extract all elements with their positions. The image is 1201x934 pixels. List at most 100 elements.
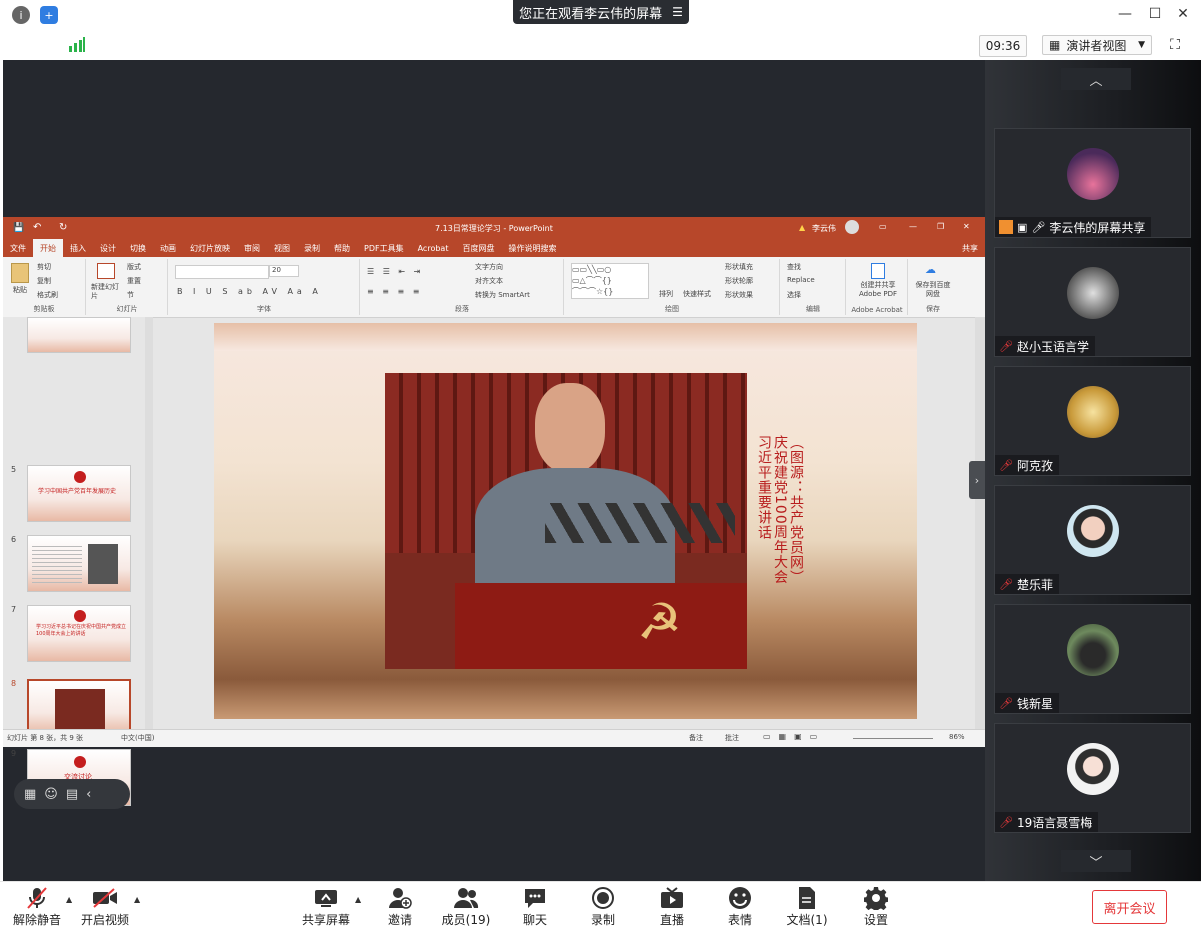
shield-icon[interactable]: + xyxy=(40,6,58,24)
slide-scrollbar[interactable] xyxy=(975,317,985,729)
ppt-minimize-icon[interactable]: — xyxy=(909,222,917,231)
quick-style-button[interactable]: 快速样式 xyxy=(683,289,711,299)
live-button[interactable]: 直播 xyxy=(637,885,707,931)
fullscreen-icon[interactable]: ⛶ xyxy=(1166,36,1184,54)
emoji-button[interactable]: 表情 xyxy=(705,885,775,931)
record-button[interactable]: 录制 xyxy=(568,885,638,931)
reset-button[interactable]: 重置 xyxy=(127,276,141,286)
section-button[interactable]: 节 xyxy=(127,290,134,300)
share-screen-button[interactable]: 共享屏幕 xyxy=(291,885,361,931)
slide-thumbnail-7[interactable]: 学习习近平总书记在庆祝中国共产党成立100周年大会上的讲话 xyxy=(27,605,131,662)
menu-review[interactable]: 审阅 xyxy=(237,243,267,254)
shapes-gallery[interactable]: ▭▭╲╲▭○ ▭△⌒⌒{} ⌒⌒⌒☆{} xyxy=(571,263,649,299)
smartart-button[interactable]: 转换为 SmartArt xyxy=(475,290,530,300)
ribbon-display-icon[interactable]: ▭ xyxy=(879,222,887,231)
unmute-button[interactable]: 解除静音 xyxy=(2,885,72,931)
speaker-view-button[interactable]: ▦ 演讲者视图 ▼ xyxy=(1042,35,1152,55)
paste-icon[interactable] xyxy=(11,263,29,283)
new-slide-label[interactable]: 新建幻灯片 xyxy=(91,283,121,301)
menu-home[interactable]: 开始 xyxy=(33,239,63,257)
members-button[interactable]: 成员(19) xyxy=(431,885,501,931)
zoom-level[interactable]: 86% xyxy=(949,733,965,741)
shape-effect-button[interactable]: 形状效果 xyxy=(725,290,753,300)
layout-icon[interactable]: ▦ xyxy=(24,787,36,802)
slide-thumbnail-6[interactable] xyxy=(27,535,131,592)
menu-transitions[interactable]: 切换 xyxy=(123,243,153,254)
save-icon[interactable]: 💾 xyxy=(13,223,24,233)
share-options-caret[interactable]: ▲ xyxy=(355,895,361,904)
invite-button[interactable]: 邀请 xyxy=(365,885,435,931)
menu-acrobat[interactable]: Acrobat xyxy=(411,244,456,253)
participant-tile[interactable]: 🎤︎ 19语言聂雪梅 xyxy=(994,723,1191,833)
menu-design[interactable]: 设计 xyxy=(93,243,123,254)
pdf-icon[interactable] xyxy=(871,263,885,279)
slide-thumbnail-8-selected[interactable] xyxy=(27,679,131,736)
zoom-slider[interactable] xyxy=(853,738,933,739)
chat-button[interactable]: 聊天 xyxy=(500,885,570,931)
video-options-caret[interactable]: ▲ xyxy=(134,895,140,904)
slide-canvas[interactable]: ☭ （图源：共产党员网） 庆祝建党100周年大会习近平重要讲话 xyxy=(214,323,917,719)
select-button[interactable]: 选择 xyxy=(787,290,801,300)
participant-tile[interactable]: 🎤︎ 阿克孜 xyxy=(994,366,1191,476)
participant-tile[interactable]: 🎤︎ 楚乐菲 xyxy=(994,485,1191,595)
ppt-restore-icon[interactable]: ❐ xyxy=(937,222,944,231)
signal-icon[interactable] xyxy=(68,37,86,53)
documents-button[interactable]: 文档(1) xyxy=(772,885,842,931)
settings-button[interactable]: 设置 xyxy=(841,885,911,931)
font-size-input[interactable]: 20 xyxy=(269,265,299,277)
info-icon[interactable]: i xyxy=(12,6,30,24)
shape-fill-button[interactable]: 形状填充 xyxy=(725,262,753,272)
paste-label[interactable]: 粘贴 xyxy=(13,285,27,295)
chevron-left-icon[interactable]: ‹ xyxy=(86,787,91,802)
participant-tile[interactable]: 🎤︎ 赵小玉语言学 xyxy=(994,247,1191,357)
text-direction-button[interactable]: 文字方向 xyxy=(475,262,503,272)
find-button[interactable]: 查找 xyxy=(787,262,801,272)
emoji-icon[interactable]: ☺ xyxy=(44,787,58,802)
align-icons[interactable]: ≡ ≡ ≡ ≡ xyxy=(367,287,422,296)
ppt-close-icon[interactable]: ✕ xyxy=(963,222,970,231)
redo-icon[interactable]: ↻ xyxy=(59,222,67,233)
start-video-button[interactable]: 开启视频 xyxy=(70,885,140,931)
undo-icon[interactable]: ↶ xyxy=(33,222,41,233)
comment-icon[interactable]: ▤ xyxy=(66,787,78,802)
menu-icon[interactable]: ☰ xyxy=(672,5,683,19)
collapse-panel-button[interactable]: › xyxy=(969,461,985,499)
menu-view[interactable]: 视图 xyxy=(267,243,297,254)
menu-slideshow[interactable]: 幻灯片放映 xyxy=(183,243,237,254)
view-mode-icons[interactable]: ▭▦▣▭ xyxy=(763,732,825,741)
slide-thumbnail-5[interactable]: 学习中国共产党百年发展历史 xyxy=(27,465,131,522)
scroll-down-button[interactable]: ﹀ xyxy=(1061,850,1131,872)
menu-baidu[interactable]: 百度网盘 xyxy=(455,243,501,254)
participant-tile[interactable]: 🎤︎ 钱新星 xyxy=(994,604,1191,714)
menu-file[interactable]: 文件 xyxy=(3,243,33,254)
new-slide-icon[interactable] xyxy=(97,263,115,279)
thumbs-scrollbar[interactable] xyxy=(145,317,153,729)
menu-help[interactable]: 帮助 xyxy=(327,243,357,254)
format-painter-button[interactable]: 格式刷 xyxy=(37,290,58,300)
menu-insert[interactable]: 插入 xyxy=(63,243,93,254)
scroll-up-button[interactable]: ︿ xyxy=(1061,68,1131,90)
copy-button[interactable]: 复制 xyxy=(37,276,51,286)
screen-share-banner[interactable]: 您正在观看李云伟的屏幕 ☰ xyxy=(513,0,689,24)
leave-meeting-button[interactable]: 离开会议 xyxy=(1092,890,1167,924)
layout-button[interactable]: 版式 xyxy=(127,262,141,272)
arrange-button[interactable]: 排列 xyxy=(659,289,673,299)
maximize-icon[interactable]: ☐ xyxy=(1142,4,1168,24)
menu-record[interactable]: 录制 xyxy=(297,243,327,254)
replace-button[interactable]: Replace xyxy=(787,276,815,284)
font-format-icons[interactable]: B I U S ab AV Aa A xyxy=(177,287,322,296)
participant-tile[interactable]: ▣ 🎤︎ 李云伟的屏幕共享 xyxy=(994,128,1191,238)
cut-button[interactable]: 剪切 xyxy=(37,262,51,272)
notes-button[interactable]: 备注 xyxy=(689,733,703,743)
menu-pdf-tools[interactable]: PDF工具集 xyxy=(357,243,411,254)
minimize-icon[interactable]: — xyxy=(1112,4,1138,24)
list-icons[interactable]: ☰ ☰ ⇤ ⇥ xyxy=(367,267,423,276)
comments-button[interactable]: 批注 xyxy=(725,733,739,743)
slide-thumbnail-4[interactable] xyxy=(27,317,131,353)
menu-search[interactable]: 操作说明搜索 xyxy=(501,243,563,254)
user-avatar[interactable] xyxy=(845,220,859,234)
align-text-button[interactable]: 对齐文本 xyxy=(475,276,503,286)
close-icon[interactable]: ✕ xyxy=(1170,4,1196,24)
create-pdf-button[interactable]: 创建并共享 Adobe PDF xyxy=(851,281,905,299)
cloud-icon[interactable]: ☁ xyxy=(925,263,936,276)
